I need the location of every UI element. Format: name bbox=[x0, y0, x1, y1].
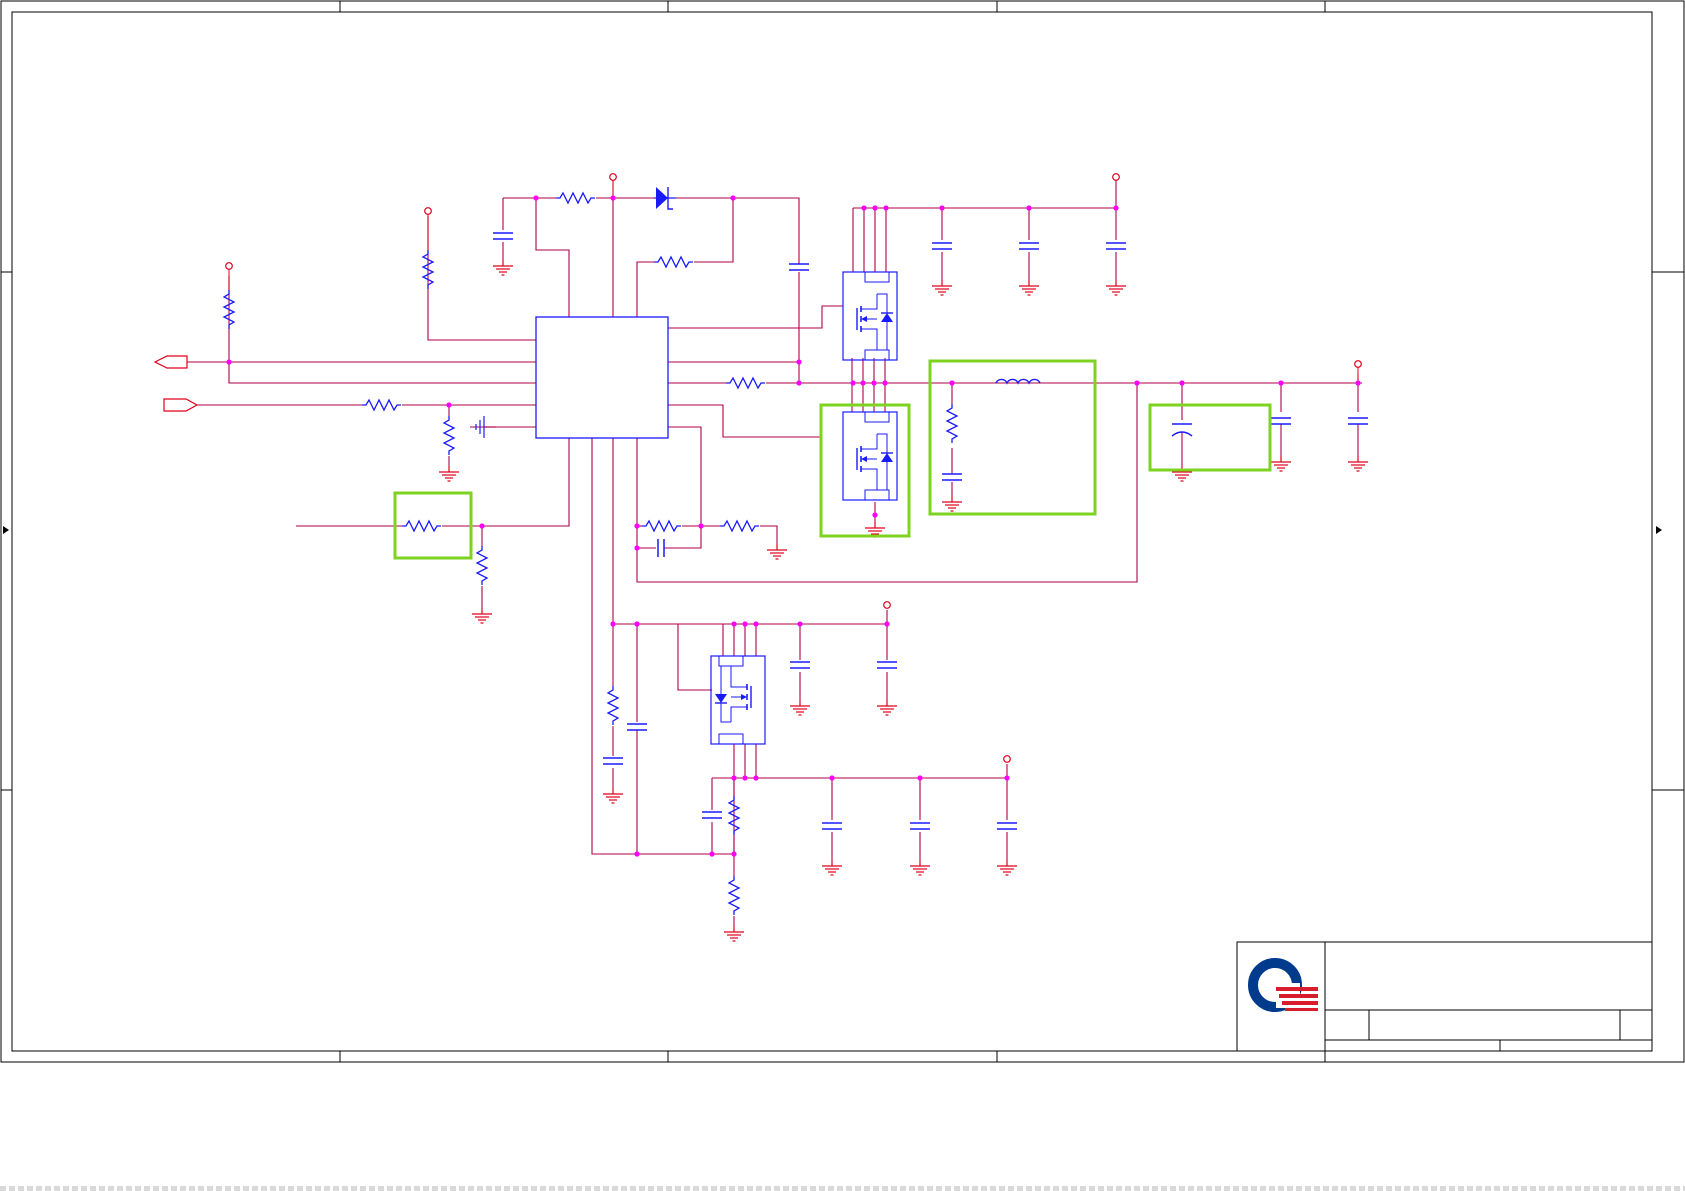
ground-icon bbox=[438, 259, 1369, 942]
offpage-input-icon bbox=[163, 398, 199, 412]
diode-icon bbox=[654, 187, 676, 210]
resistor-icon bbox=[223, 192, 958, 916]
controller-ic bbox=[535, 316, 669, 439]
highlight-box-low-side-mosfet bbox=[819, 403, 911, 538]
mosfet-icon bbox=[710, 271, 898, 745]
schematic-sheet bbox=[0, 0, 1685, 1063]
company-logo-icon bbox=[1248, 958, 1318, 1012]
bottom-scroll-strip bbox=[0, 1186, 1685, 1191]
offpage-output-icon bbox=[153, 355, 188, 369]
highlight-box-output-capacitor bbox=[1148, 403, 1272, 472]
power-port-icon bbox=[225, 173, 1362, 763]
capacitor-icon bbox=[492, 232, 1369, 830]
zone-arrows bbox=[3, 526, 1662, 534]
drawing-frame bbox=[0, 0, 1685, 1063]
highlight-boxes bbox=[393, 359, 1272, 560]
